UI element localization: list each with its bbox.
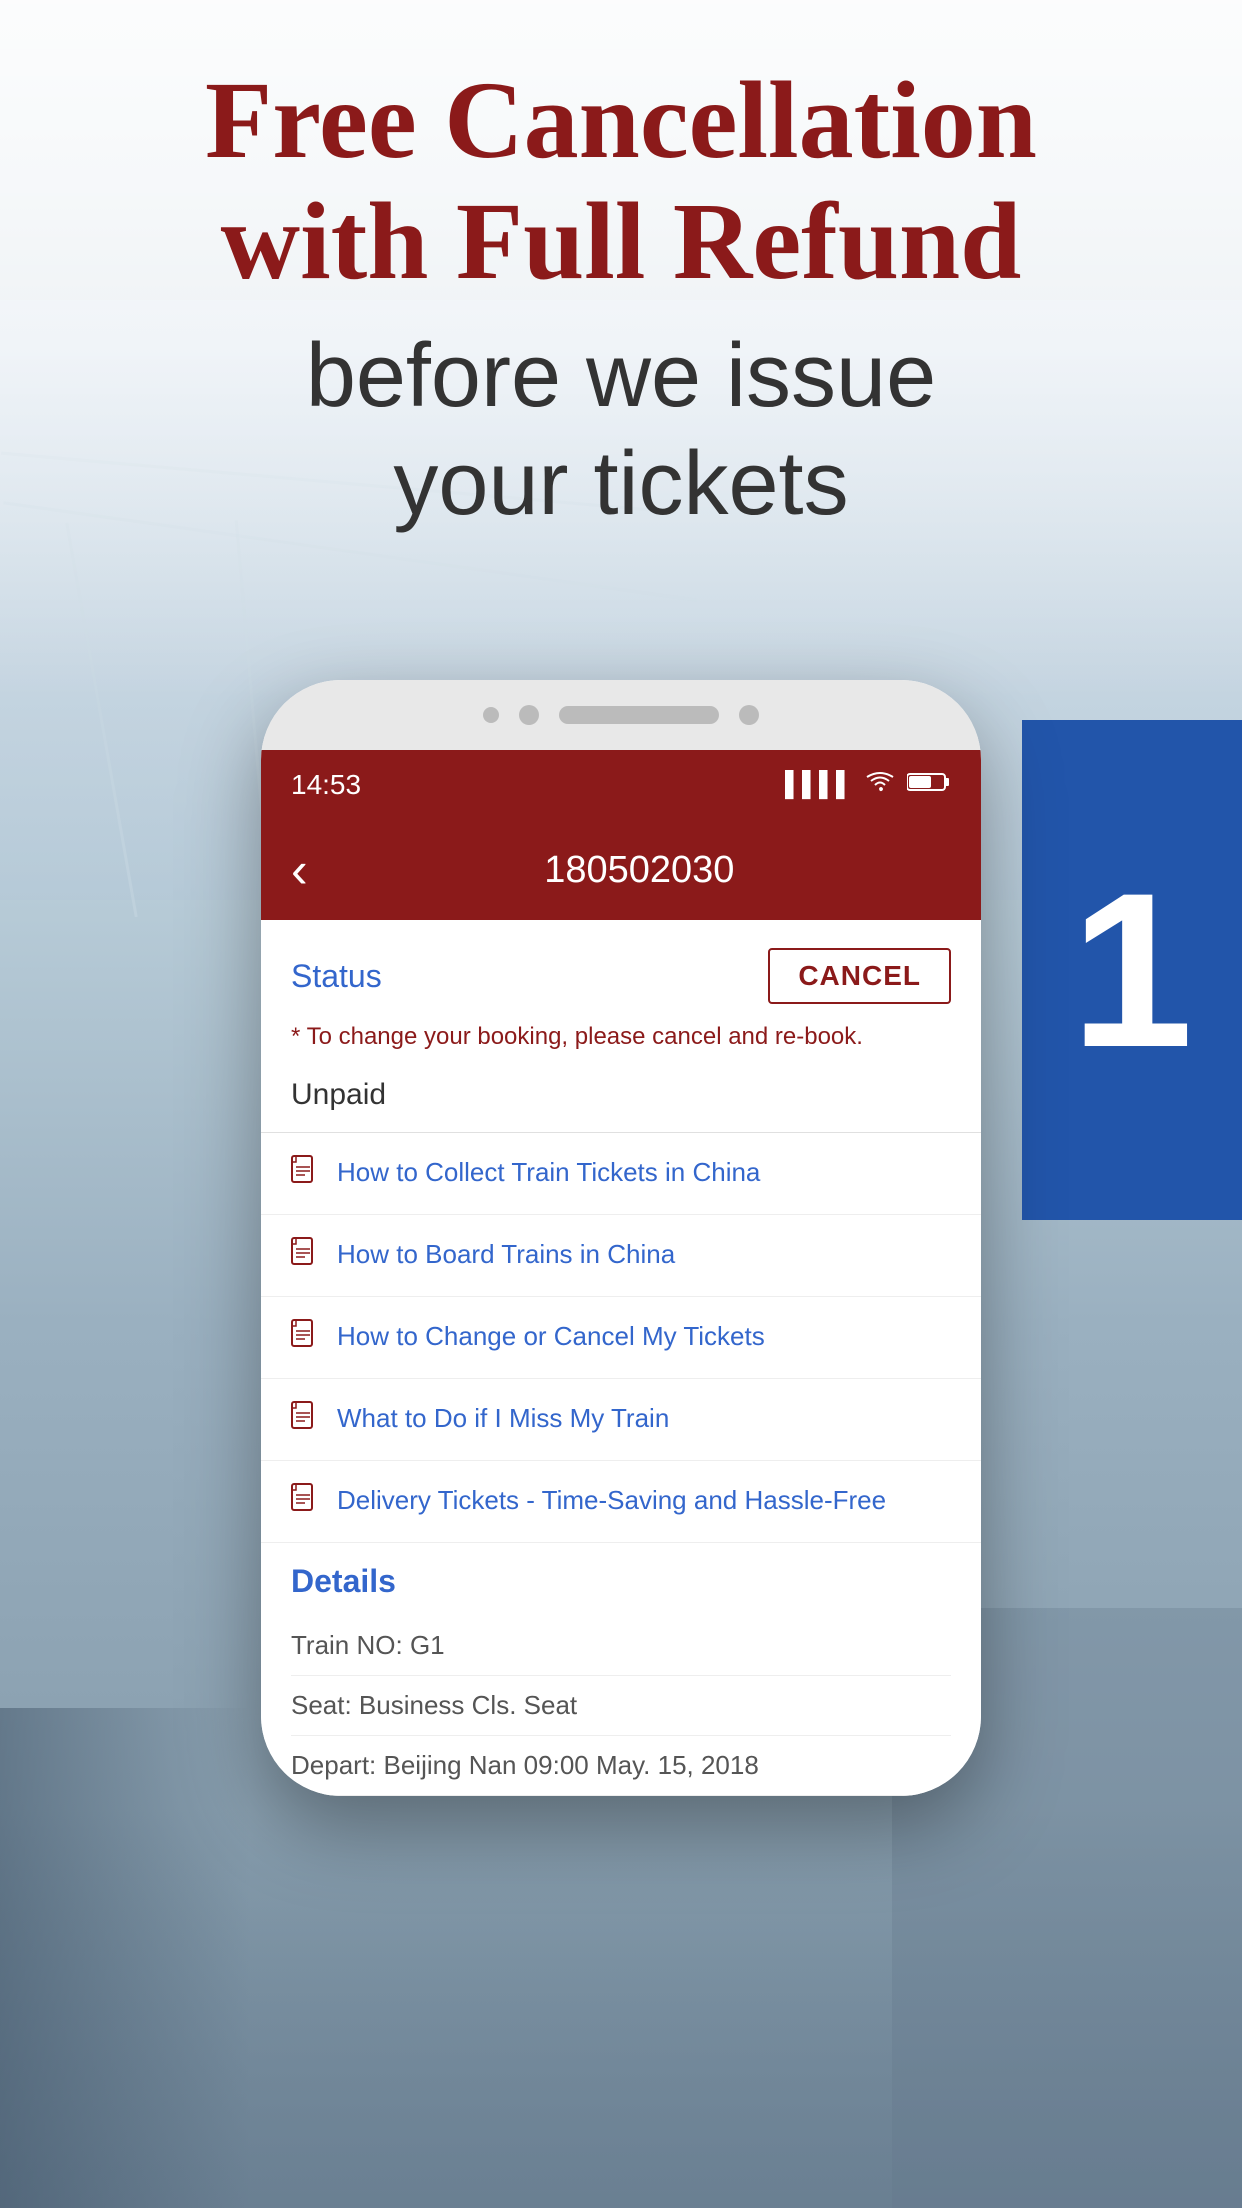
phone-top-bar <box>261 680 981 750</box>
link-text-0: How to Collect Train Tickets in China <box>337 1156 760 1190</box>
header-section: Free Cancellation with Full Refund befor… <box>0 60 1242 538</box>
document-icon-4 <box>291 1483 319 1520</box>
sensor-dot-2 <box>519 705 539 725</box>
detail-seat: Seat: Business Cls. Seat <box>291 1690 577 1720</box>
left-overlay <box>0 1708 250 2208</box>
wifi-icon <box>865 771 895 800</box>
link-item-0[interactable]: How to Collect Train Tickets in China <box>261 1133 981 1215</box>
document-icon-2 <box>291 1319 319 1356</box>
header-subtitle: before we issue your tickets <box>60 322 1182 538</box>
status-section: Status CANCEL * To change your booking, … <box>261 920 981 1133</box>
detail-item-2: Depart: Beijing Nan 09:00 May. 15, 2018 <box>291 1736 951 1796</box>
link-text-2: How to Change or Cancel My Tickets <box>337 1320 765 1354</box>
link-item-3[interactable]: What to Do if I Miss My Train <box>261 1379 981 1461</box>
phone-frame: 14:53 ▌▌▌▌ <box>261 680 981 1796</box>
phone-speaker <box>559 706 719 724</box>
status-icons: ▌▌▌▌ <box>785 771 951 800</box>
link-text-3: What to Do if I Miss My Train <box>337 1402 669 1436</box>
status-header: Status CANCEL <box>291 948 951 1004</box>
sensor-dot-1 <box>483 707 499 723</box>
header-title: Free Cancellation with Full Refund <box>60 60 1182 302</box>
app-content: Status CANCEL * To change your booking, … <box>261 920 981 1796</box>
detail-depart: Depart: Beijing Nan 09:00 May. 15, 2018 <box>291 1750 759 1780</box>
signal-icon: ▌▌▌▌ <box>785 771 853 799</box>
back-button[interactable]: ‹ <box>291 841 308 899</box>
status-notice: * To change your booking, please cancel … <box>291 1020 951 1054</box>
nav-title: 180502030 <box>328 849 951 892</box>
link-text-1: How to Board Trains in China <box>337 1238 675 1272</box>
detail-item-0: Train NO: G1 <box>291 1616 951 1676</box>
cancel-button[interactable]: CANCEL <box>768 948 951 1004</box>
battery-icon <box>907 771 951 800</box>
detail-item-1: Seat: Business Cls. Seat <box>291 1676 951 1736</box>
link-text-4: Delivery Tickets - Time-Saving and Hassl… <box>337 1484 886 1518</box>
blue-sign: 1 <box>1022 720 1242 1220</box>
document-icon-0 <box>291 1155 319 1192</box>
status-value: Unpaid <box>291 1068 951 1112</box>
nav-bar: ‹ 180502030 <box>261 820 981 920</box>
detail-train-no: Train NO: G1 <box>291 1630 445 1660</box>
details-section: Details Train NO: G1 Seat: Business Cls.… <box>261 1543 981 1796</box>
document-icon-3 <box>291 1401 319 1438</box>
status-bar: 14:53 ▌▌▌▌ <box>261 750 981 820</box>
status-label: Status <box>291 958 382 995</box>
phone-mockup: 14:53 ▌▌▌▌ <box>261 680 981 1796</box>
links-section: How to Collect Train Tickets in China Ho… <box>261 1133 981 1543</box>
link-item-2[interactable]: How to Change or Cancel My Tickets <box>261 1297 981 1379</box>
document-icon-1 <box>291 1237 319 1274</box>
link-item-4[interactable]: Delivery Tickets - Time-Saving and Hassl… <box>261 1461 981 1543</box>
status-time: 14:53 <box>291 769 361 801</box>
link-item-1[interactable]: How to Board Trains in China <box>261 1215 981 1297</box>
sensor-dot-3 <box>739 705 759 725</box>
details-header: Details <box>291 1563 951 1600</box>
